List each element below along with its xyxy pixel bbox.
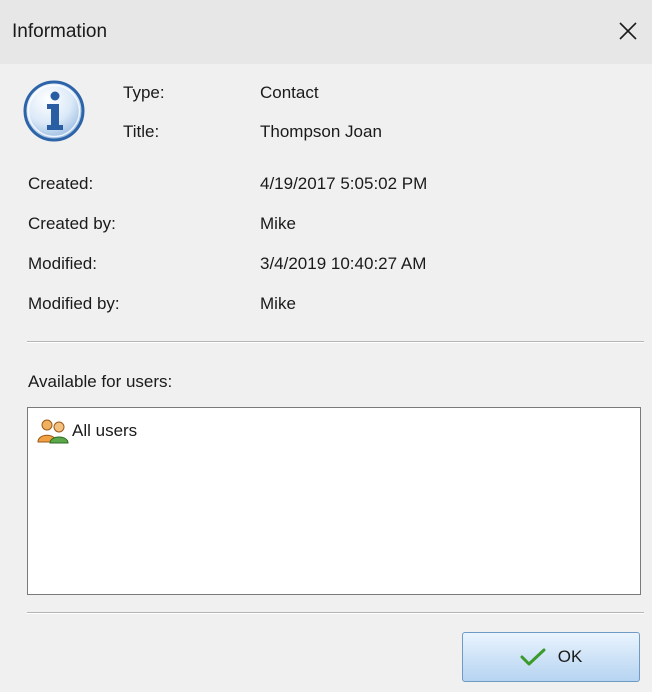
title-label: Title: [123,122,160,141]
ok-button[interactable]: OK [462,632,640,682]
created-value: 4/19/2017 5:05:02 PM [260,174,428,193]
type-value: Contact [260,83,319,102]
title-value: Thompson Joan [260,122,382,141]
close-button[interactable] [604,6,652,56]
title-bar: Information [0,0,652,64]
info-icon [23,80,85,142]
ok-button-label: OK [557,647,583,666]
modified-label: Modified: [28,254,97,273]
divider-bottom [27,612,644,614]
created-by-value: Mike [260,214,296,233]
modified-by-value: Mike [260,294,296,313]
list-item-all-users[interactable]: All users [36,418,137,444]
created-by-label: Created by: [28,214,116,233]
type-label: Type: [123,83,165,102]
information-dialog: Information Type: Contact Title: Thompso… [0,0,652,692]
users-list[interactable]: All users [27,407,641,595]
window-title: Information [12,21,108,42]
modified-by-label: Modified by: [28,294,120,313]
users-group-icon [37,419,69,444]
checkmark-icon [520,648,546,666]
created-label: Created: [28,174,94,193]
list-item-label: All users [72,421,138,440]
modified-value: 3/4/2019 10:40:27 AM [260,254,427,273]
available-users-label: Available for users: [28,372,173,391]
close-icon [619,22,637,40]
divider-top [27,341,644,343]
